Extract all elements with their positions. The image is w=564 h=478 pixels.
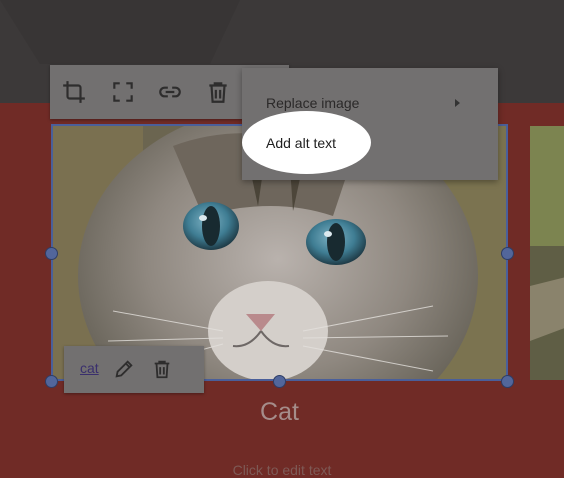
resize-handle-top-left[interactable]	[45, 247, 58, 260]
resize-handle-bottom-right[interactable]	[501, 375, 514, 388]
fullscreen-icon	[113, 82, 133, 102]
resize-handle-bottom-left[interactable]	[45, 375, 58, 388]
link-button[interactable]	[157, 79, 183, 105]
remove-link-button[interactable]	[151, 358, 173, 380]
image-caption[interactable]: Cat	[51, 398, 508, 427]
pencil-icon	[115, 360, 133, 378]
menu-item-label: Replace image	[266, 95, 360, 111]
next-image[interactable]	[530, 126, 564, 380]
crop-button[interactable]	[61, 79, 87, 105]
decorative-shape	[0, 0, 240, 64]
resize-handle-bottom[interactable]	[273, 375, 286, 388]
menu-item-add-alt-text[interactable]: Add alt text	[242, 125, 498, 161]
trash-icon	[209, 82, 227, 103]
resize-handle-right[interactable]	[501, 247, 514, 260]
edit-link-button[interactable]	[113, 358, 135, 380]
submenu-arrow-icon	[455, 99, 460, 107]
link-icon	[159, 86, 181, 98]
fullscreen-button[interactable]	[110, 79, 136, 105]
crop-icon	[63, 81, 85, 103]
link-text[interactable]: cat	[80, 360, 99, 376]
menu-item-label: Add alt text	[266, 135, 337, 151]
trash-icon	[154, 360, 170, 379]
delete-image-button[interactable]	[205, 79, 231, 105]
link-popover: cat	[64, 346, 204, 393]
